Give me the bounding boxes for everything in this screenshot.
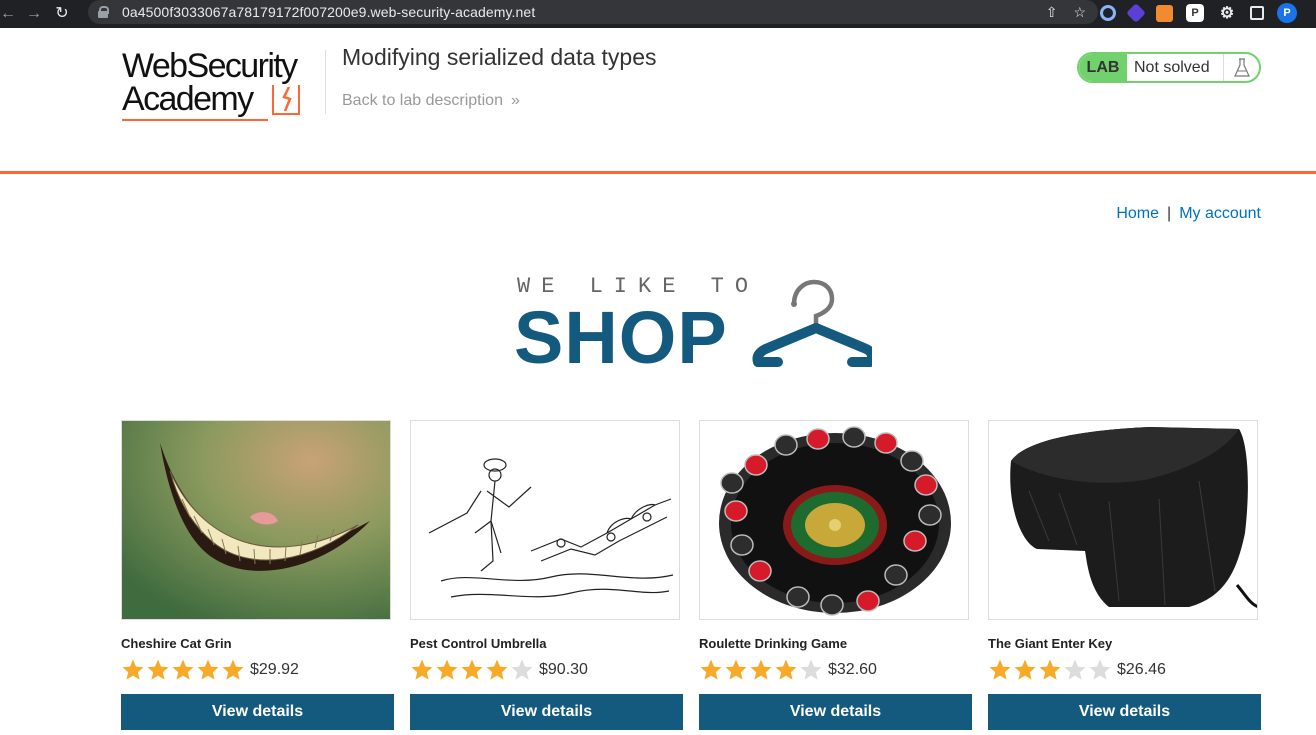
star-filled-icon [750, 659, 772, 680]
view-details-button[interactable]: View details [988, 694, 1261, 730]
star-filled-icon [197, 659, 219, 680]
star-filled-icon [122, 659, 144, 680]
star-empty-icon [1089, 659, 1111, 680]
view-details-button[interactable]: View details [699, 694, 972, 730]
star-filled-icon [989, 659, 1011, 680]
lab-header: WebSecurity Academy Modifying serialized… [0, 28, 1316, 174]
side-panel-icon[interactable] [1250, 6, 1264, 20]
product-card: Cheshire Cat Grin $29.92 View details [121, 420, 394, 730]
logo-underline [122, 119, 268, 121]
star-empty-icon [800, 659, 822, 680]
logo-bolt-icon [272, 85, 300, 115]
view-details-button[interactable]: View details [121, 694, 394, 730]
top-navigation: Home | My account [1116, 205, 1261, 223]
lab-status-text: Not solved [1134, 58, 1210, 76]
star-filled-icon [775, 659, 797, 680]
product-card: The Giant Enter Key $26.46 View details [988, 420, 1261, 730]
product-name: Roulette Drinking Game [699, 636, 848, 651]
star-filled-icon [222, 659, 244, 680]
profile-avatar-icon[interactable]: P [1277, 3, 1297, 23]
home-link[interactable]: Home [1116, 205, 1159, 222]
extension-orange-icon[interactable] [1156, 4, 1173, 22]
star-filled-icon [1039, 659, 1061, 680]
clothes-hanger-icon [752, 279, 872, 367]
flask-icon [1223, 54, 1259, 81]
my-account-link[interactable]: My account [1179, 205, 1261, 222]
back-to-lab-description-link[interactable]: Back to lab description » [342, 92, 520, 110]
giant-enter-key-image[interactable] [988, 420, 1258, 620]
back-link-label: Back to lab description [342, 92, 503, 109]
product-price: $32.60 [828, 661, 877, 678]
product-card: Roulette Drinking Game $32.60 View detai… [699, 420, 972, 730]
star-filled-icon [411, 659, 433, 680]
product-grid: Cheshire Cat Grin $29.92 View details Pe… [121, 420, 1261, 730]
double-chevron-right-icon: » [510, 92, 520, 109]
star-filled-icon [461, 659, 483, 680]
lab-status-widget: LAB Not solved [1077, 52, 1261, 83]
star-filled-icon [1014, 659, 1036, 680]
star-filled-icon [172, 659, 194, 680]
shop-banner: WE LIKE TO SHOP [514, 272, 874, 378]
extension-burp-icon[interactable]: P [1186, 4, 1204, 22]
pest-control-umbrella-image[interactable] [410, 420, 680, 620]
banner-shop-word: SHOP [514, 296, 728, 379]
back-arrow-icon[interactable]: ← [0, 0, 16, 28]
extension-ring-icon[interactable] [1100, 5, 1116, 21]
rating-row: $29.92 [121, 657, 393, 683]
star-rating [410, 658, 534, 682]
star-filled-icon [147, 659, 169, 680]
product-card: Pest Control Umbrella $90.30 View detail… [410, 420, 683, 730]
product-name: The Giant Enter Key [988, 636, 1113, 651]
url-text[interactable]: 0a4500f3033067a78179172f007200e9.web-sec… [122, 4, 535, 20]
extension-gem-icon[interactable] [1126, 3, 1146, 23]
rating-row: $90.30 [410, 657, 682, 683]
star-rating [121, 658, 245, 682]
star-filled-icon [725, 659, 747, 680]
share-icon[interactable]: ⇧ [1046, 4, 1058, 21]
product-name: Pest Control Umbrella [410, 636, 547, 651]
view-details-button[interactable]: View details [410, 694, 683, 730]
rating-row: $26.46 [988, 657, 1260, 683]
header-divider [325, 50, 326, 114]
product-name: Cheshire Cat Grin [121, 636, 232, 651]
roulette-drinking-game-image[interactable] [699, 420, 969, 620]
star-rating [699, 658, 823, 682]
star-empty-icon [1064, 659, 1086, 680]
lab-title: Modifying serialized data types [342, 44, 657, 70]
reload-icon[interactable]: ↻ [48, 0, 76, 28]
rating-row: $32.60 [699, 657, 971, 683]
star-rating [988, 658, 1112, 682]
product-price: $26.46 [1117, 661, 1166, 678]
star-empty-icon [511, 659, 533, 680]
nav-separator: | [1167, 205, 1172, 222]
star-filled-icon [700, 659, 722, 680]
cheshire-cat-grin-image[interactable] [121, 420, 391, 620]
forward-arrow-icon[interactable]: → [20, 0, 48, 28]
lab-badge: LAB [1079, 54, 1127, 81]
extensions-puzzle-icon[interactable]: ⚙ [1217, 3, 1237, 23]
web-security-academy-logo[interactable]: WebSecurity Academy [122, 47, 322, 121]
product-price: $29.92 [250, 661, 299, 678]
star-filled-icon [436, 659, 458, 680]
bookmark-star-icon[interactable]: ☆ [1073, 4, 1086, 21]
address-bar[interactable]: 0a4500f3033067a78179172f007200e9.web-sec… [88, 0, 1098, 24]
logo-text-line1: WebSecurity [122, 47, 298, 85]
browser-toolbar: ← → ↻ 0a4500f3033067a78179172f007200e9.w… [0, 0, 1316, 28]
lock-icon [98, 6, 109, 18]
star-filled-icon [486, 659, 508, 680]
product-price: $90.30 [539, 661, 588, 678]
